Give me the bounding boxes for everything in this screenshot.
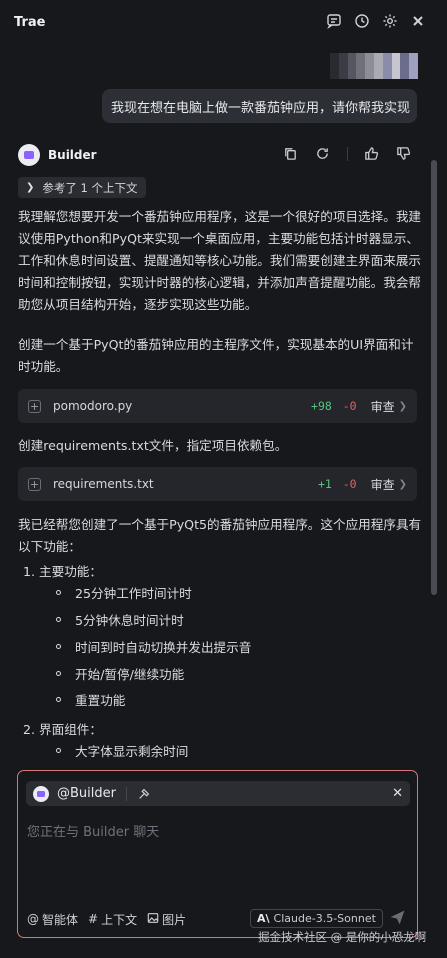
list-item: 开始/暂停/继续功能 (56, 664, 184, 683)
hammer-tool-icon[interactable] (137, 787, 151, 801)
app-title: Trae (14, 14, 46, 30)
chat-input-toolbar: @ 智能体 # 上下文 图片 A\ Claude-3.5-Sonnet (27, 909, 409, 929)
mention-divider (125, 786, 127, 801)
image-button[interactable]: 图片 (147, 911, 186, 928)
regenerate-icon[interactable] (315, 146, 331, 162)
bot-paragraph-create-requirements: 创建requirements.txt文件，指定项目依赖包。 (18, 438, 288, 453)
actions-divider (347, 147, 348, 161)
expand-plus-icon[interactable]: + (28, 477, 41, 491)
context-reference-chip[interactable]: ❯ 参考了 1 个上下文 (18, 177, 146, 198)
user-avatar (330, 53, 418, 79)
settings-gear-icon[interactable] (381, 12, 399, 30)
image-label: 图片 (162, 912, 187, 927)
list-item: 5分钟休息时间计时 (56, 610, 184, 629)
new-chat-icon[interactable] (325, 12, 343, 30)
builder-avatar-icon (33, 785, 49, 802)
bot-header: Builder (18, 143, 418, 167)
bot-paragraph-intro: 我理解您想要开发一个番茄钟应用程序，这是一个很好的项目选择。我建议使用Pytho… (18, 209, 421, 312)
model-name: Claude-3.5-Sonnet (273, 912, 376, 925)
context-button[interactable]: # 上下文 (88, 911, 137, 928)
chat-input-box[interactable]: @Builder ✕ 您正在与 Builder 聊天 @ 智能体 # 上下文 图… (17, 770, 418, 938)
model-selector[interactable]: A\ Claude-3.5-Sonnet (250, 909, 383, 928)
close-icon[interactable] (409, 12, 427, 30)
agent-label: 智能体 (42, 912, 79, 927)
bot-message-actions (283, 146, 412, 162)
list-item: 时间到时自动切换并发出提示音 (56, 637, 251, 656)
chevron-right-icon: ❯ (26, 182, 35, 193)
title-actions (325, 12, 427, 30)
thumbs-down-icon[interactable] (396, 146, 412, 162)
expand-plus-icon[interactable]: + (28, 399, 41, 413)
file-card-requirements[interactable]: + requirements.txt +1 -0 审查 ❯ (18, 467, 417, 501)
copy-icon[interactable] (283, 146, 299, 162)
diff-deletions: -0 (342, 399, 357, 413)
diff-deletions: -0 (342, 477, 357, 491)
history-icon[interactable] (353, 12, 371, 30)
list-item: 重置功能 (56, 690, 125, 709)
chevron-right-icon: ❯ (398, 478, 407, 490)
review-button[interactable]: 审查 ❯ (371, 476, 407, 493)
image-icon (147, 912, 159, 927)
file-name: pomodoro.py (53, 399, 133, 413)
hash-icon: # (88, 912, 99, 926)
user-message-bubble: 我现在想在电脑上做一款番茄钟应用，请你帮我实现 (102, 89, 417, 123)
bot-avatar (18, 144, 40, 166)
diff-stats: +98 -0 (311, 399, 357, 413)
send-icon[interactable] (389, 909, 407, 927)
thumbs-up-icon[interactable] (364, 146, 380, 162)
context-label: 上下文 (101, 912, 138, 927)
diff-additions: +1 (317, 477, 332, 491)
list-item-heading: 1. 主要功能： (23, 564, 102, 579)
at-icon: @ (27, 912, 39, 926)
file-name: requirements.txt (53, 477, 154, 491)
chat-scrollbar[interactable] (431, 160, 437, 595)
list-item: 25分钟工作时间计时 (56, 583, 192, 602)
list-item-heading: 2. 界面组件： (23, 722, 102, 737)
bot-paragraph-summary: 我已经帮您创建了一个基于PyQt5的番茄钟应用程序。这个应用程序具有以下功能： (18, 517, 422, 554)
review-label: 审查 (370, 399, 395, 414)
file-card-pomodoro[interactable]: + pomodoro.py +98 -0 审查 ❯ (18, 389, 417, 423)
diff-stats: +1 -0 (318, 477, 357, 491)
agent-button[interactable]: @ 智能体 (27, 911, 78, 928)
watermark: 掘金技术社区 @ 是你的小恐龙啊 (258, 930, 427, 944)
remove-mention-close-icon[interactable]: ✕ (392, 786, 403, 801)
context-chip-label: 参考了 1 个上下文 (42, 180, 138, 195)
list-item: 大字体显示剩余时间 (56, 741, 188, 760)
mention-label: @Builder (57, 786, 116, 801)
diff-additions: +98 (311, 399, 332, 413)
bot-paragraph-create-main: 创建一个基于PyQt的番茄钟应用的主程序文件，实现基本的UI界面和计时功能。 (18, 337, 414, 374)
anthropic-logo-icon: A\ (257, 912, 270, 925)
chat-input-field[interactable]: 您正在与 Builder 聊天 (27, 821, 159, 840)
bot-name: Builder (48, 148, 97, 162)
review-label: 审查 (370, 477, 395, 492)
chevron-right-icon: ❯ (398, 400, 407, 412)
review-button[interactable]: 审查 ❯ (371, 398, 407, 415)
mention-bar: @Builder ✕ (26, 781, 410, 806)
